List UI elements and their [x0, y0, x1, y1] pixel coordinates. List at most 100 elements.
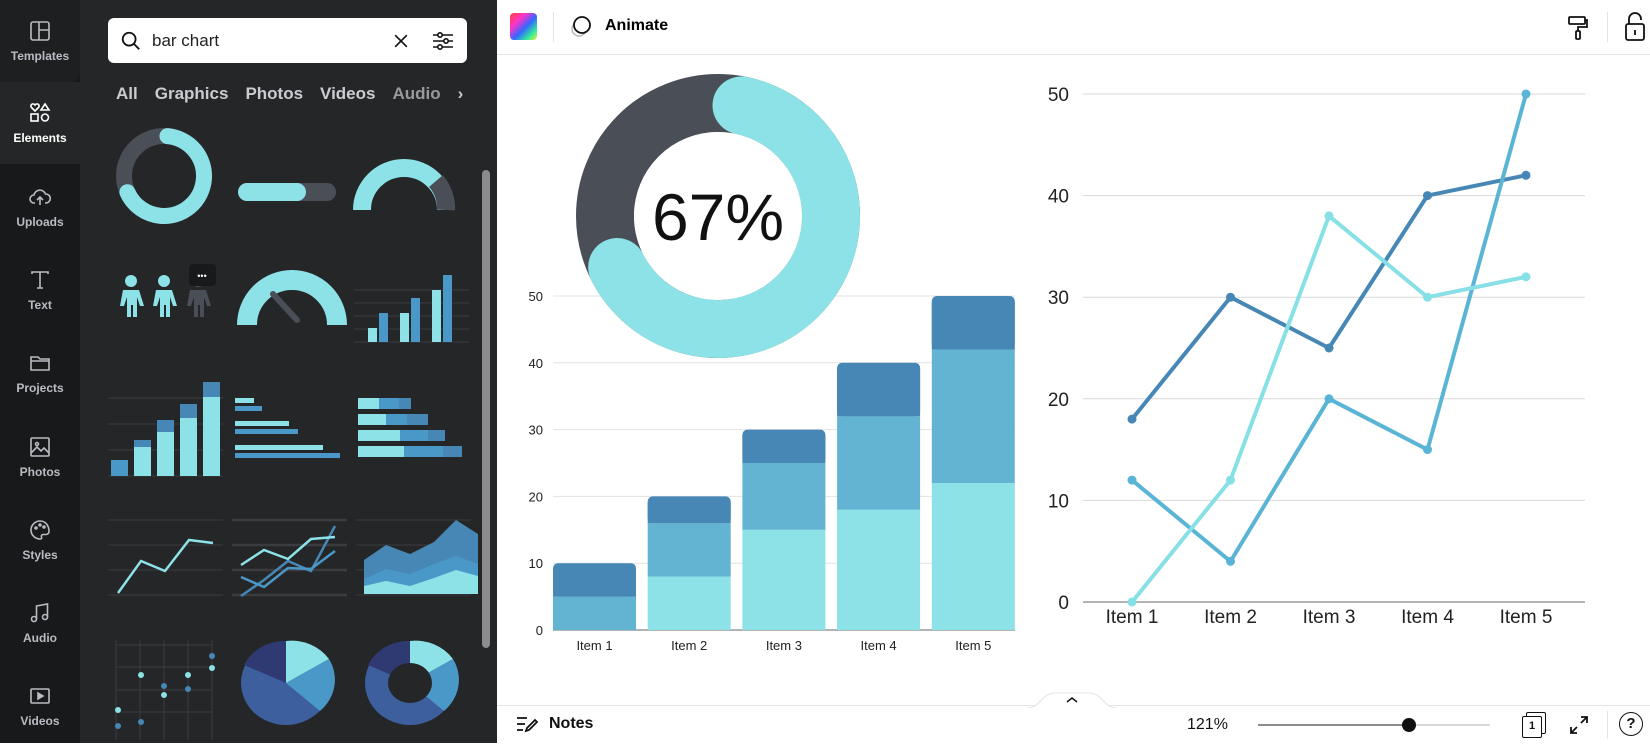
design-canvas[interactable]: 0 10 20 30 40 50 Item 1 Item 2 Item 3 Item 4 Item … [497, 55, 1650, 705]
rail-item-audio[interactable]: Audio [0, 582, 80, 664]
notes-label: Notes [549, 715, 594, 732]
y-tick-label: 50 [1048, 85, 1069, 106]
elements-panel: All Graphics Photos Videos Audio › ••• [80, 0, 497, 743]
thumb-multi-line-chart[interactable] [232, 518, 347, 598]
toolbar-divider [553, 12, 554, 42]
bar-segment [837, 416, 921, 510]
bar-segment-fill [742, 435, 826, 463]
help-button[interactable]: ? [1619, 712, 1643, 736]
thumb-semi-gauge[interactable] [353, 159, 455, 211]
fullscreen-icon[interactable] [1569, 715, 1589, 735]
bar-segment-fill [931, 302, 1015, 350]
y-tick-label: 20 [1048, 390, 1069, 411]
rail-item-photos[interactable]: Photos [0, 416, 80, 498]
music-note-icon [30, 603, 49, 623]
x-tick-label: Item 4 [861, 638, 897, 653]
y-tick-label: 10 [529, 556, 543, 571]
bar-segment-fill [647, 502, 731, 524]
thumb-more-options-button[interactable]: ••• [189, 264, 216, 286]
x-tick-label: Item 3 [766, 638, 802, 653]
notes-icon [517, 717, 539, 733]
unlock-icon[interactable] [1624, 12, 1646, 42]
color-picker-swatch[interactable] [510, 13, 537, 40]
editor-toolbar: Animate [497, 0, 1650, 55]
data-point [1423, 292, 1432, 302]
upload-cloud-icon [29, 189, 52, 205]
rail-item-uploads[interactable]: Uploads [0, 166, 80, 248]
video-icon [30, 688, 50, 704]
data-point [1423, 191, 1432, 201]
elements-icon [30, 102, 51, 122]
y-tick-label: 0 [536, 623, 543, 638]
data-point [1226, 556, 1235, 566]
rail-item-styles[interactable]: Styles [0, 499, 80, 581]
x-tick-label: Item 5 [1500, 607, 1553, 628]
rail-item-projects[interactable]: Projects [0, 332, 80, 414]
thumb-progress-bar[interactable] [238, 183, 336, 201]
y-tick-label: 0 [1058, 593, 1069, 614]
thumb-area-chart[interactable] [356, 519, 478, 596]
thumb-stacked-horizontal-bars[interactable] [358, 398, 462, 457]
page-count-button[interactable]: 1 [1522, 712, 1546, 738]
rail-item-text[interactable]: Text [0, 249, 80, 331]
rail-label: Text [28, 298, 52, 312]
y-tick-label: 10 [1048, 491, 1069, 512]
animate-icon [571, 16, 591, 37]
line-chart[interactable]: 0 10 20 30 40 50 Item 1 Item 2 Item 3 Item 4 Item … [1048, 85, 1585, 628]
zoom-slider-knob[interactable] [1401, 718, 1416, 732]
rail-item-templates[interactable]: Templates [0, 0, 80, 82]
thumb-stacked-bars[interactable] [108, 382, 223, 477]
y-tick-label: 30 [1048, 288, 1069, 309]
thumb-donut[interactable] [116, 128, 212, 224]
rail-label: Elements [13, 131, 67, 145]
rail-label: Uploads [16, 215, 64, 229]
x-tick-label: Item 2 [1204, 607, 1257, 628]
rail-label: Audio [23, 631, 57, 645]
x-tick-label: Item 3 [1303, 607, 1356, 628]
animate-button[interactable]: Animate [569, 13, 668, 39]
bar-segment [647, 576, 731, 630]
image-icon [30, 437, 50, 457]
thumb-speedometer[interactable] [237, 270, 347, 326]
bar-segment [931, 349, 1015, 484]
data-point [1324, 394, 1334, 404]
side-rail: Templates Elements Uploads Text Projects… [0, 0, 80, 743]
rail-item-videos[interactable]: Videos [0, 665, 80, 747]
palette-icon [30, 520, 50, 540]
text-icon [31, 271, 49, 289]
rail-label: Photos [19, 465, 61, 479]
donut-chart[interactable]: 67% [576, 74, 860, 358]
data-point [1127, 414, 1137, 424]
notes-button[interactable]: Notes [515, 714, 593, 734]
zoom-level[interactable]: 121% [1187, 716, 1228, 734]
thumb-dot-plot[interactable] [115, 640, 215, 740]
thumb-pie-chart[interactable] [241, 640, 335, 725]
thumb-horizontal-bars[interactable] [235, 398, 340, 458]
toolbar-divider [1607, 12, 1608, 42]
paint-roller-icon[interactable] [1567, 15, 1589, 41]
x-tick-label: Item 2 [671, 638, 707, 653]
show-pages-tab[interactable] [1027, 692, 1117, 708]
thumb-ring-chart[interactable] [365, 640, 459, 725]
y-tick-label: 20 [529, 489, 543, 504]
y-tick-label: 40 [529, 356, 543, 371]
data-point [1324, 211, 1334, 221]
bar-segment [742, 463, 826, 530]
rail-label: Projects [16, 381, 64, 395]
x-tick-label: Item 4 [1401, 607, 1454, 628]
results-grid: ••• [108, 128, 478, 740]
rail-item-elements[interactable]: Elements [0, 82, 80, 164]
thumb-line-chart[interactable] [108, 519, 223, 596]
zoom-slider[interactable] [1258, 718, 1490, 732]
data-point [1127, 475, 1137, 485]
data-point [1226, 475, 1235, 485]
data-point [1226, 292, 1235, 302]
x-tick-label: Item 5 [955, 638, 991, 653]
thumb-grouped-bars[interactable] [354, 275, 469, 343]
bar-segment [837, 509, 921, 630]
panel-scrollbar[interactable] [482, 170, 490, 648]
data-point [1127, 597, 1137, 607]
donut-label: 67% [652, 180, 784, 254]
y-tick-label: 50 [529, 289, 543, 304]
animate-label: Animate [605, 17, 669, 34]
